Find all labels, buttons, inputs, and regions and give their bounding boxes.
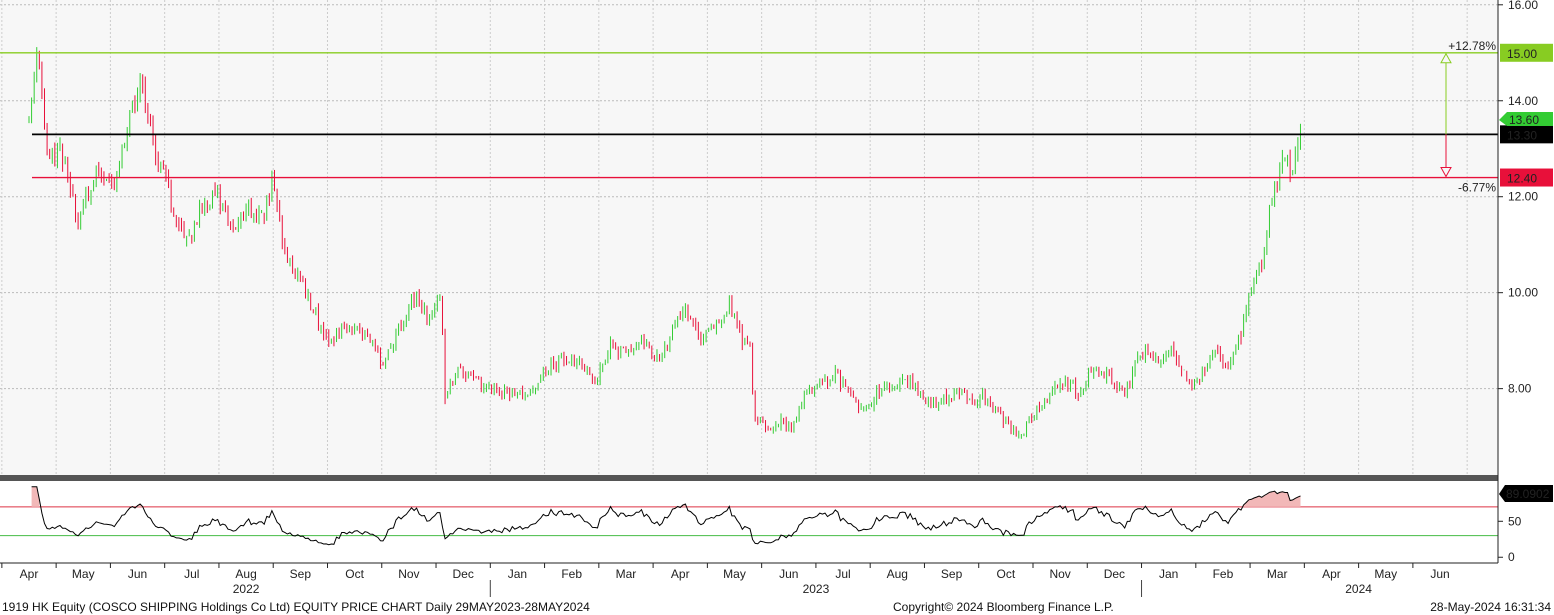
pivot-badge-label: 13.30	[1507, 128, 1537, 142]
month-label-10: Feb	[561, 567, 582, 581]
month-label-9: Jan	[508, 567, 527, 581]
month-label-23: Mar	[1267, 567, 1288, 581]
year-label-1: 2023	[803, 582, 830, 596]
resistance-badge-label: 15.00	[1507, 47, 1537, 61]
month-label-5: Sep	[290, 567, 312, 581]
month-label-15: Jul	[835, 567, 850, 581]
time-axis: Apr May Jun Jul Aug Sep Oct Nov Dec Jan Feb Mar Apr M…	[0, 562, 1498, 597]
price-tick-label-2: 12.00	[1508, 190, 1538, 204]
month-label-0: Apr	[20, 567, 39, 581]
footer-timestamp: 28-May-2024 16:31:34	[1430, 600, 1551, 614]
price-tick-label-4: 8.00	[1508, 382, 1532, 396]
month-label-17: Sep	[941, 567, 963, 581]
month-label-19: Nov	[1049, 567, 1070, 581]
month-label-11: Mar	[616, 567, 637, 581]
month-label-2: Jun	[128, 567, 147, 581]
month-label-16: Aug	[887, 567, 908, 581]
price-tick-label-1: 14.00	[1508, 94, 1538, 108]
month-label-4: Aug	[235, 567, 256, 581]
month-label-13: May	[723, 567, 746, 581]
footer-copyright: Copyright© 2024 Bloomberg Finance L.P.	[893, 600, 1114, 614]
month-label-26: Jun	[1430, 567, 1449, 581]
rsi-tick-label-0: 50	[1508, 514, 1522, 528]
price-panel	[0, 0, 1498, 475]
footer-title: 1919 HK Equity (COSCO SHIPPING Holdings …	[2, 600, 590, 614]
month-label-22: Feb	[1213, 567, 1234, 581]
month-label-7: Nov	[398, 567, 419, 581]
price-tick-label-3: 10.00	[1508, 286, 1538, 300]
last-price-label: 13.60	[1509, 113, 1539, 127]
month-label-3: Jul	[184, 567, 199, 581]
month-label-8: Dec	[452, 567, 473, 581]
month-label-12: Apr	[671, 567, 690, 581]
price-chart: 15.00 +12.78% 13.30 12.40 -6.77% 16.00 14.00 1…	[0, 0, 1553, 614]
year-label-0: 2022	[233, 582, 260, 596]
support-pct-label: -6.77%	[1458, 181, 1496, 195]
rsi-tick-label-1: 0	[1508, 550, 1515, 564]
price-tick-label-0: 16.00	[1508, 0, 1538, 12]
month-label-24: Apr	[1322, 567, 1341, 581]
year-label-2: 2024	[1345, 582, 1372, 596]
month-label-14: Jun	[779, 567, 798, 581]
month-label-6: Oct	[345, 567, 364, 581]
rsi-last-label: 89.0902	[1506, 487, 1550, 501]
month-label-20: Dec	[1104, 567, 1125, 581]
month-label-21: Jan	[1159, 567, 1178, 581]
month-label-1: May	[72, 567, 95, 581]
month-label-18: Oct	[997, 567, 1016, 581]
resistance-pct-label: +12.78%	[1448, 39, 1496, 53]
panel-divider[interactable]	[0, 475, 1498, 481]
month-label-25: May	[1374, 567, 1397, 581]
support-badge-label: 12.40	[1507, 172, 1537, 186]
rsi-axis: 50 0 89.0902	[1498, 485, 1553, 564]
